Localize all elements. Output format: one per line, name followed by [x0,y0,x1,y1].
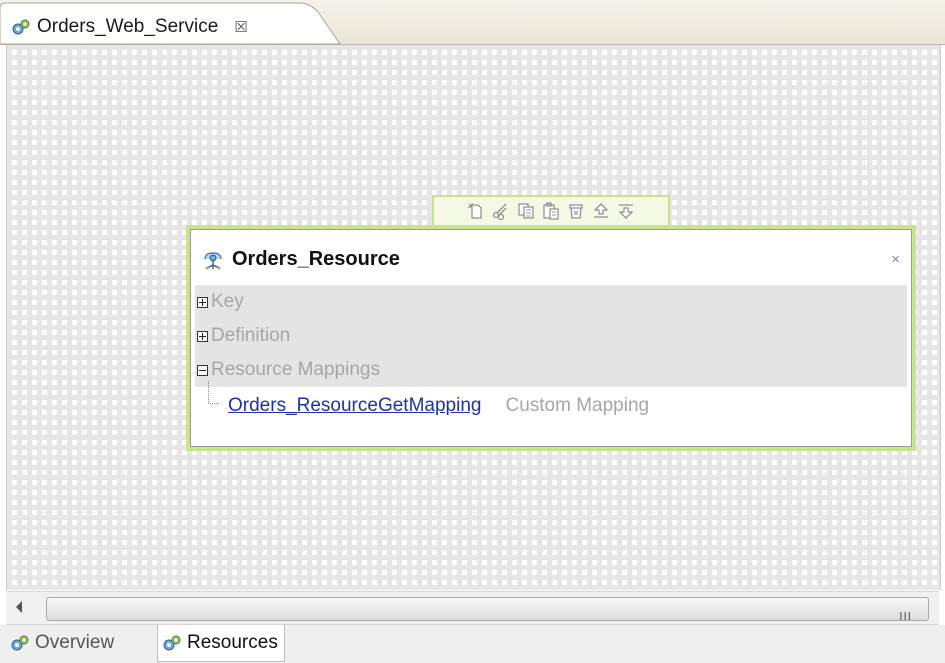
scroll-left-icon[interactable] [16,601,22,613]
collapse-icon[interactable] [197,364,208,376]
horizontal-scrollbar[interactable]: III [6,591,939,625]
expand-icon[interactable] [197,330,208,342]
mapping-row: Orders_ResourceGetMapping Custom Mapping [195,389,907,423]
resource-toolbar [432,195,670,225]
editor-page-tabs: Overview Resources [0,625,945,663]
section-key[interactable]: Key [195,285,907,319]
resource-header[interactable]: Orders_Resource × [194,233,908,285]
move-down-icon[interactable] [616,201,636,221]
section-resource-mappings[interactable]: Resource Mappings [195,353,907,387]
section-label: Key [211,291,244,312]
tab-label: Resources [187,632,278,653]
close-tab-icon[interactable]: ☒ [234,20,247,35]
mapping-type: Custom Mapping [505,395,650,416]
scrollbar-grip: III [899,610,912,623]
tab-label: Overview [35,632,115,653]
delete-icon[interactable] [566,201,586,221]
editor-tab-title: Orders_Web_Service [37,16,219,37]
new-icon[interactable] [466,201,486,221]
section-label: Resource Mappings [211,359,380,380]
web-service-icon [163,635,181,651]
editor-tab-strip: Orders_Web_Service ☒ [0,0,945,45]
section-definition[interactable]: Definition [195,319,907,353]
tab-overview[interactable]: Overview [10,625,114,661]
orders-resource-box[interactable]: Orders_Resource × Key Definition Resourc… [186,225,916,451]
tab-resources[interactable]: Resources [157,625,285,662]
web-service-icon [11,635,29,651]
mapping-link[interactable]: Orders_ResourceGetMapping [228,395,481,417]
close-icon[interactable]: × [891,251,900,268]
section-label: Definition [211,325,291,346]
resource-icon [204,252,222,270]
web-service-icon [12,19,30,35]
move-up-icon[interactable] [591,201,611,221]
resource-title: Orders_Resource [232,247,400,270]
cut-icon[interactable] [491,201,511,221]
copy-icon[interactable] [516,201,536,221]
editor-tab-orders-web-service[interactable]: Orders_Web_Service ☒ [11,15,248,39]
scrollbar-thumb[interactable]: III [46,597,929,623]
paste-icon[interactable] [541,201,561,221]
expand-icon[interactable] [197,296,208,308]
